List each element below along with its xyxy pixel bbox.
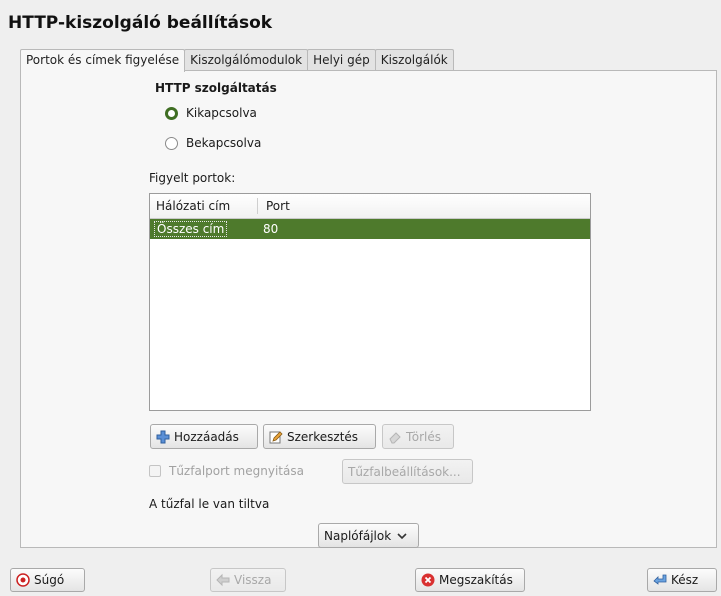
log-files-button[interactable]: Naplófájlok — [318, 523, 419, 548]
help-icon — [16, 573, 30, 587]
back-button[interactable]: Vissza — [210, 568, 286, 592]
ports-list[interactable]: Hálózati cím Port Összes cím 80 — [149, 193, 591, 411]
back-label: Vissza — [234, 573, 272, 587]
open-firewall-port-checkbox[interactable]: Tűzfalport megnyitása — [149, 464, 304, 478]
radio-disabled-option[interactable]: Kikapcsolva — [165, 106, 257, 120]
finish-button[interactable]: Kész — [647, 568, 717, 592]
column-header-port[interactable]: Port — [258, 199, 290, 213]
edit-button[interactable]: Szerkesztés — [263, 424, 376, 449]
tab-servers[interactable]: Kiszolgálók — [374, 49, 454, 71]
cancel-icon — [421, 573, 435, 587]
row-address: Összes cím — [154, 221, 228, 237]
row-port: 80 — [263, 222, 279, 236]
finish-arrow-icon — [653, 573, 667, 587]
firewall-settings-button[interactable]: Tűzfalbeállítások... — [342, 459, 473, 484]
cancel-label: Megszakítás — [439, 573, 513, 587]
back-arrow-icon — [216, 573, 230, 587]
radio-disabled-label: Kikapcsolva — [186, 106, 257, 120]
add-button-label: Hozzáadás — [174, 429, 239, 444]
edit-button-label: Szerkesztés — [287, 429, 359, 444]
delete-button[interactable]: Törlés — [382, 424, 454, 449]
edit-icon — [269, 430, 283, 444]
radio-enabled-option[interactable]: Bekapcsolva — [165, 136, 261, 150]
http-service-heading: HTTP szolgáltatás — [155, 81, 277, 95]
delete-button-label: Törlés — [406, 429, 442, 444]
radio-unchecked-icon[interactable] — [165, 136, 178, 150]
radio-enabled-label: Bekapcsolva — [186, 136, 262, 150]
listened-ports-label: Figyelt portok: — [149, 171, 236, 185]
tab-local-host[interactable]: Helyi gép — [307, 49, 376, 71]
firewall-status: A tűzfal le van tiltva — [149, 497, 270, 511]
log-files-label: Naplófájlok — [324, 528, 392, 543]
firewall-settings-label: Tűzfalbeállítások... — [348, 464, 461, 479]
help-label: Súgó — [34, 573, 65, 587]
eraser-icon — [388, 430, 402, 444]
tab-server-modules[interactable]: Kiszolgálómodulok — [184, 49, 309, 71]
window-title: HTTP-kiszolgáló beállítások — [8, 13, 273, 33]
radio-checked-icon[interactable] — [165, 106, 178, 120]
ports-list-header: Hálózati cím Port — [150, 194, 590, 219]
checkbox-unchecked-icon[interactable] — [149, 465, 161, 477]
tab-ports-addresses[interactable]: Portok és címek figyelése — [20, 49, 186, 72]
column-header-address[interactable]: Hálózati cím — [150, 198, 258, 214]
chevron-down-icon — [397, 529, 407, 543]
finish-label: Kész — [671, 573, 699, 587]
help-button[interactable]: Súgó — [10, 568, 85, 592]
tab-bar: Portok és címek figyelése Kiszolgálómodu… — [20, 49, 454, 72]
open-firewall-port-label: Tűzfalport megnyitása — [169, 464, 304, 478]
cancel-button[interactable]: Megszakítás — [415, 568, 525, 592]
table-row[interactable]: Összes cím 80 — [150, 219, 590, 239]
add-button[interactable]: Hozzáadás — [150, 424, 258, 449]
plus-icon — [156, 430, 170, 444]
